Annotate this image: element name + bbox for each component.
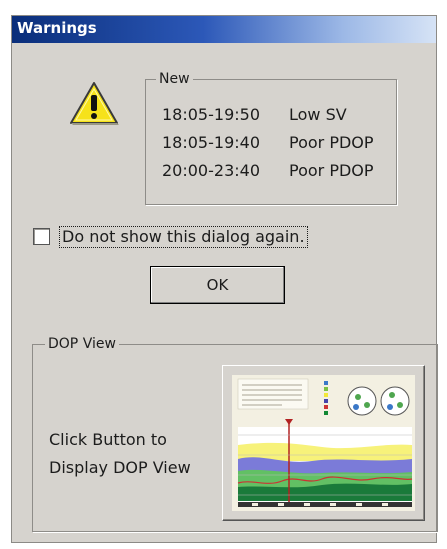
dop-view-group: DOP View Click Button to Display DOP Vie… — [32, 335, 438, 532]
title-bar[interactable]: Warnings — [12, 16, 436, 43]
warning-time: 18:05-19:40 — [162, 133, 260, 152]
dop-instruction-line1: Click Button to — [49, 430, 167, 449]
ok-button[interactable]: OK — [150, 266, 285, 304]
dont-show-again-label[interactable]: Do not show this dialog again. — [59, 226, 308, 248]
dop-chart-thumbnail-icon — [232, 375, 415, 511]
warning-message: Poor PDOP — [289, 133, 374, 152]
dop-view-button[interactable] — [222, 365, 425, 521]
warning-time: 18:05-19:50 — [162, 105, 260, 124]
new-group-label: New — [156, 70, 193, 88]
warnings-dialog: Warnings New 18:05-19:50 Low SV 18:05-19:… — [11, 15, 438, 543]
warning-message: Poor PDOP — [289, 161, 374, 180]
dop-group-label: DOP View — [45, 335, 119, 353]
warning-icon — [69, 81, 119, 125]
warning-row: 18:05-19:50 Low SV — [162, 105, 347, 125]
warning-time: 20:00-23:40 — [162, 161, 260, 180]
warning-message: Low SV — [289, 105, 347, 124]
warning-row: 18:05-19:40 Poor PDOP — [162, 133, 374, 153]
dont-show-again-checkbox[interactable] — [33, 228, 50, 245]
dialog-title: Warnings — [17, 19, 97, 37]
warning-row: 20:00-23:40 Poor PDOP — [162, 161, 374, 181]
new-warnings-group: New 18:05-19:50 Low SV 18:05-19:40 Poor PD… — [145, 70, 397, 205]
dop-instruction-line2: Display DOP View — [49, 458, 191, 477]
